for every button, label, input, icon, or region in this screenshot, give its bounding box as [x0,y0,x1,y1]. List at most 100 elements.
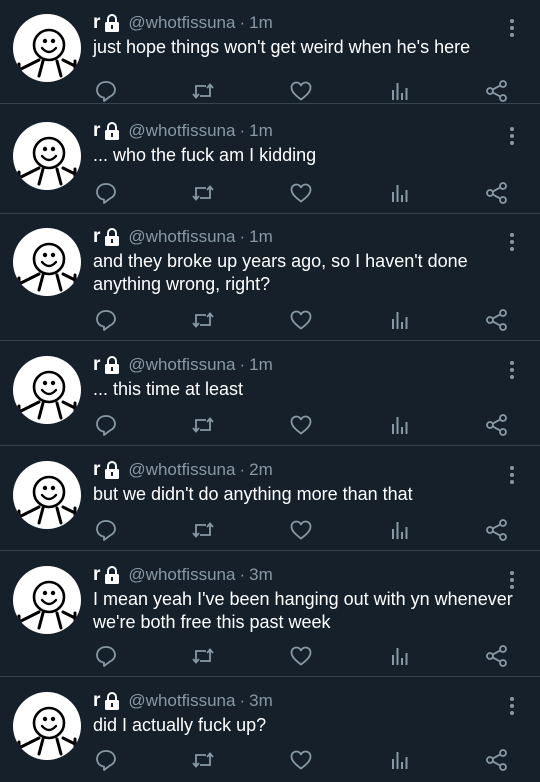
tweet[interactable]: r @whotfissuna · 2m but we didn't do anythin… [0,447,540,550]
separator-dot: · [239,691,246,710]
more-icon[interactable] [504,465,520,485]
tweet[interactable]: r @whotfissuna · 1m just hope things won't g… [0,0,540,103]
like-button[interactable] [288,412,314,438]
retweet-icon [190,307,216,333]
analytics-icon [386,747,412,773]
retweet-icon [190,643,216,669]
analytics-button[interactable] [386,307,412,333]
share-button[interactable] [484,747,510,773]
tweet-text: did I actually fuck up? [93,715,267,735]
display-name[interactable]: r [93,690,100,712]
analytics-icon [386,78,412,104]
handle[interactable]: @whotfissuna [128,565,235,585]
tweet-header: r @whotfissuna · 1m [93,119,273,143]
avatar[interactable] [13,692,81,760]
separator-dot: · [239,565,246,584]
tweet-header: r @whotfissuna · 1m [93,225,273,249]
analytics-icon [386,180,412,206]
reply-button[interactable] [93,307,119,333]
more-icon[interactable] [504,570,520,590]
avatar[interactable] [13,356,81,424]
share-button[interactable] [484,78,510,104]
analytics-button[interactable] [386,747,412,773]
tweet[interactable]: r @whotfissuna · 1m... this time at least [0,342,540,445]
display-name[interactable]: r [93,564,100,586]
like-button[interactable] [288,180,314,206]
reply-icon [93,78,119,104]
reply-button[interactable] [93,747,119,773]
display-name[interactable]: r [93,459,100,481]
handle[interactable]: @whotfissuna [128,13,235,33]
retweet-button[interactable] [190,307,216,333]
display-name[interactable]: r [93,354,100,376]
more-icon[interactable] [504,696,520,716]
timestamp[interactable]: 3m [249,691,273,711]
avatar[interactable] [13,228,81,296]
lock-icon [104,566,120,584]
share-button[interactable] [484,307,510,333]
analytics-button[interactable] [386,180,412,206]
display-name[interactable]: r [93,226,100,248]
timestamp[interactable]: 3m [249,565,273,585]
avatar[interactable] [13,461,81,529]
like-button[interactable] [288,643,314,669]
retweet-button[interactable] [190,747,216,773]
more-icon[interactable] [504,360,520,380]
reply-button[interactable] [93,412,119,438]
avatar[interactable] [13,14,81,82]
tweet[interactable]: r @whotfissuna · 3m did I actually fuck up? [0,678,540,782]
retweet-button[interactable] [190,517,216,543]
share-button[interactable] [484,643,510,669]
heart-icon [288,643,314,669]
avatar[interactable] [13,122,81,190]
handle[interactable]: @whotfissuna [128,460,235,480]
retweet-button[interactable] [190,412,216,438]
tweet-divider [0,103,540,104]
separator-dot: · [239,355,246,374]
reply-button[interactable] [93,180,119,206]
tweet-divider [0,676,540,677]
retweet-button[interactable] [190,78,216,104]
display-name[interactable]: r [93,12,100,34]
timestamp[interactable]: 1m [249,121,273,141]
avatar[interactable] [13,566,81,634]
reply-button[interactable] [93,643,119,669]
share-icon [484,643,510,669]
retweet-button[interactable] [190,643,216,669]
reply-button[interactable] [93,78,119,104]
display-name[interactable]: r [93,120,100,142]
tweet[interactable]: r @whotfissuna · 3m I mean yeah I've been ha… [0,552,540,675]
share-button[interactable] [484,180,510,206]
tweet[interactable]: r @whotfissuna · 1m ... who the fuck am I ki… [0,108,540,211]
retweet-icon [190,747,216,773]
handle[interactable]: @whotfissuna [128,227,235,247]
share-button[interactable] [484,517,510,543]
like-button[interactable] [288,517,314,543]
analytics-button[interactable] [386,517,412,543]
like-button[interactable] [288,78,314,104]
tweet-text: just hope things won't get weird when he… [93,37,471,57]
more-icon[interactable] [504,18,520,38]
timestamp[interactable]: 2m [249,460,273,480]
tweet[interactable]: r @whotfissuna · 1m and they broke up years … [0,214,540,339]
analytics-button[interactable] [386,643,412,669]
handle[interactable]: @whotfissuna [128,691,235,711]
like-button[interactable] [288,747,314,773]
retweet-icon [190,412,216,438]
timestamp[interactable]: 1m [249,227,273,247]
share-button[interactable] [484,412,510,438]
tweet-text: and they broke up years ago, so I haven'… [93,251,468,294]
more-icon[interactable] [504,232,520,252]
analytics-button[interactable] [386,412,412,438]
like-button[interactable] [288,307,314,333]
tweet-header: r @whotfissuna · 2m [93,458,273,482]
retweet-button[interactable] [190,180,216,206]
timestamp[interactable]: 1m [249,355,273,375]
reply-button[interactable] [93,517,119,543]
analytics-button[interactable] [386,78,412,104]
timestamp[interactable]: 1m [249,13,273,33]
more-icon[interactable] [504,126,520,146]
tweet-text: ... who the fuck am I kidding [93,145,317,165]
handle[interactable]: @whotfissuna [128,355,235,375]
handle[interactable]: @whotfissuna [128,121,235,141]
